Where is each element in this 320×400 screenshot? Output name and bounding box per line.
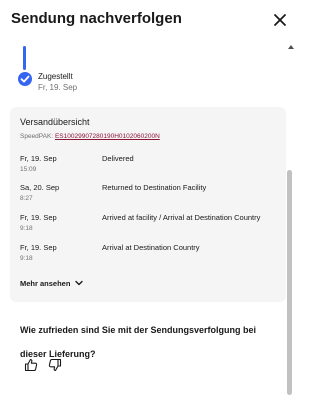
- status-label: Zugestellt: [38, 72, 73, 81]
- timeline-line: [23, 46, 26, 70]
- scroll-up-arrow[interactable]: [286, 42, 296, 52]
- dialog-header: Sendung nachverfolgen: [0, 0, 300, 40]
- thumbs-up-button[interactable]: [24, 358, 38, 372]
- event-date: Sa, 20. Sep: [20, 183, 60, 192]
- thumbs-down-icon: [48, 358, 62, 372]
- close-icon: [274, 14, 286, 26]
- event-date: Fr, 19. Sep: [20, 154, 57, 163]
- chevron-down-icon: [75, 280, 84, 286]
- event-row: Fr, 19. Sep 15:09 Delivered: [20, 154, 280, 178]
- event-date: Fr, 19. Sep: [20, 213, 57, 222]
- event-description: Arrival at Destination Country: [102, 243, 200, 252]
- event-date: Fr, 19. Sep: [20, 243, 57, 252]
- event-row: Fr, 19. Sep 9:18 Arrived at facility / A…: [20, 213, 280, 237]
- event-description: Returned to Destination Facility: [102, 183, 207, 192]
- shipping-overview-card: Versandübersicht SpeedPAK: ES10029907280…: [10, 107, 286, 302]
- event-time: 8:27: [20, 195, 33, 202]
- overview-title: Versandübersicht: [20, 117, 90, 127]
- status-date: Fr, 19. Sep: [38, 83, 78, 92]
- event-description: Delivered: [102, 154, 134, 163]
- speedpak-label: SpeedPAK:: [20, 133, 54, 140]
- show-more-label: Mehr ansehen: [20, 278, 71, 288]
- tracking-timeline: Zugestellt Fr, 19. Sep: [14, 46, 284, 96]
- event-description: Arrived at facility / Arrival at Destina…: [102, 213, 261, 222]
- show-more-button[interactable]: Mehr ansehen: [20, 278, 84, 288]
- speedpak-row: SpeedPAK: ES10029907280190H0102060200N: [20, 133, 160, 140]
- checkmark-icon: [18, 72, 32, 86]
- event-time: 9:18: [20, 225, 33, 232]
- event-time: 15:09: [20, 166, 37, 173]
- tracking-number-link[interactable]: ES10029907280190H0102060200N: [55, 133, 160, 140]
- scrollbar-thumb[interactable]: [287, 170, 292, 395]
- thumbs-up-icon: [24, 358, 38, 372]
- event-row: Fr, 19. Sep 9:18 Arrival at Destination …: [20, 243, 280, 267]
- close-button[interactable]: [270, 10, 290, 30]
- event-time: 9:18: [20, 255, 33, 262]
- event-row: Sa, 20. Sep 8:27 Returned to Destination…: [20, 183, 280, 207]
- thumbs-down-button[interactable]: [48, 358, 62, 372]
- tracking-dialog: Sendung nachverfolgen Zugestellt Fr, 19.…: [0, 0, 300, 400]
- dialog-title: Sendung nachverfolgen: [11, 10, 182, 27]
